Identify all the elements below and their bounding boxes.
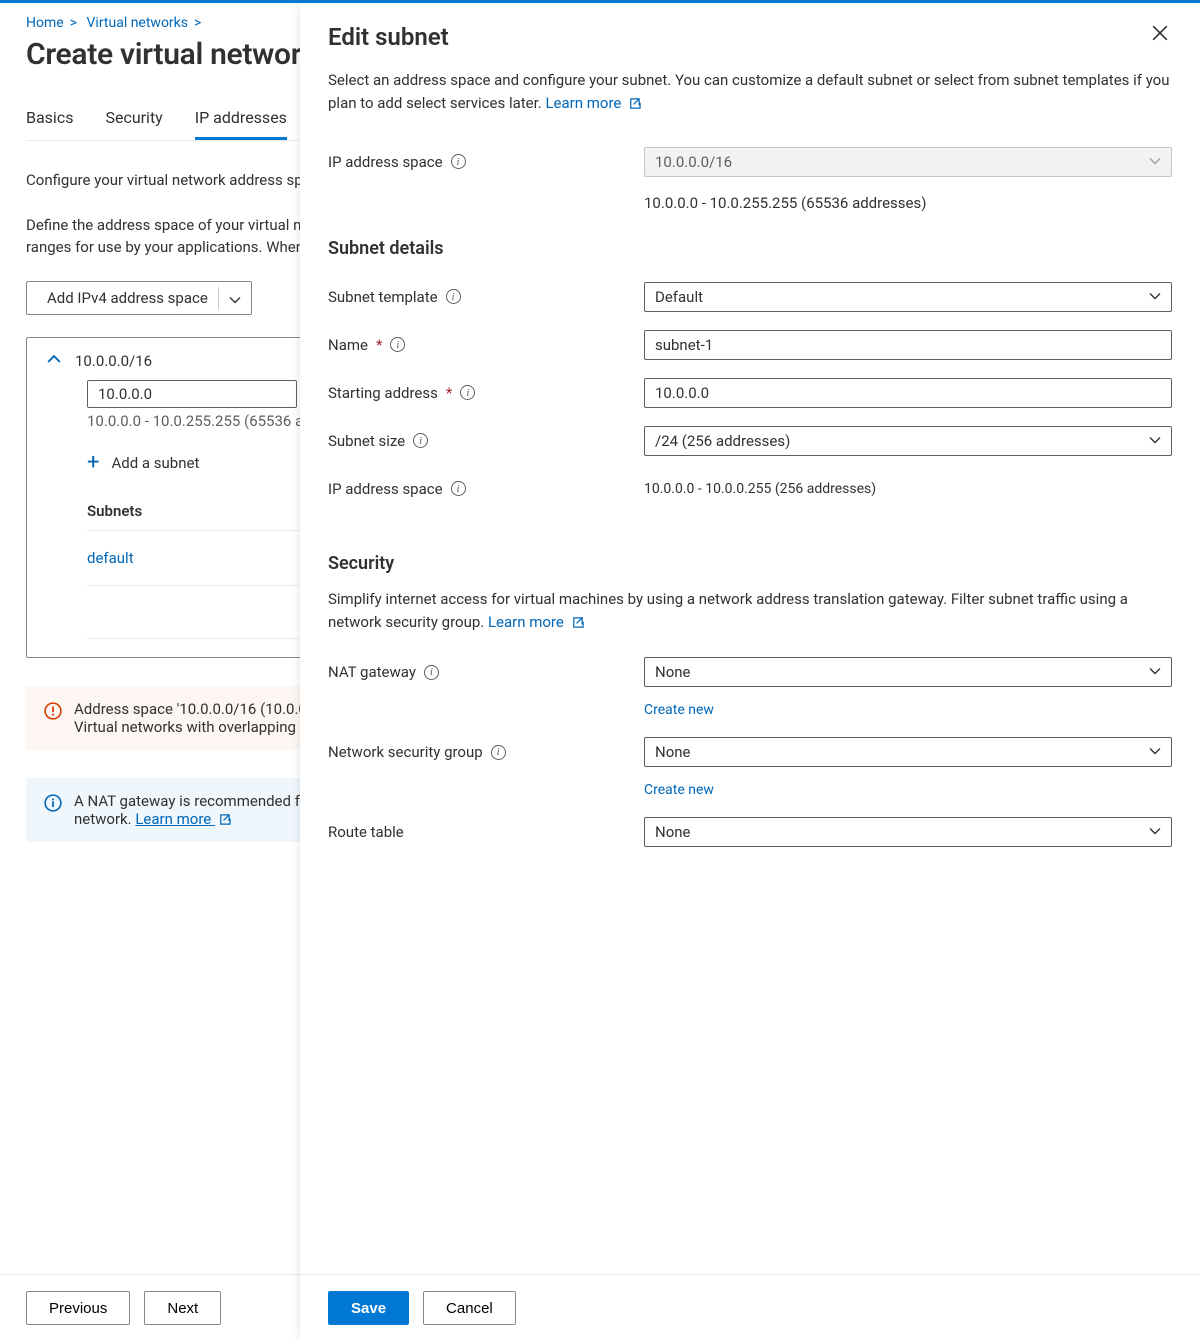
- info-ic-icon: i: [413, 433, 428, 448]
- breadcrumb-home[interactable]: Home: [26, 15, 64, 31]
- subnet-link-default[interactable]: default: [87, 549, 134, 567]
- nsg-select[interactable]: None: [644, 737, 1172, 767]
- ip-result-label: IP address space: [328, 480, 443, 498]
- chevron-down-icon: [229, 292, 241, 304]
- chevron-down-icon: [1149, 743, 1161, 761]
- ip-space-select[interactable]: 10.0.0.0/16: [644, 147, 1172, 177]
- info-icon: [44, 794, 62, 816]
- plus-icon: +: [87, 452, 99, 474]
- subnet-name-label: Name: [328, 336, 368, 354]
- chevron-down-icon: [1149, 663, 1161, 681]
- edit-subnet-panel: Edit subnet Select an address space and …: [300, 3, 1200, 1341]
- tab-security[interactable]: Security: [105, 108, 162, 140]
- route-table-label: Route table: [328, 823, 404, 841]
- subnet-template-select[interactable]: Default: [644, 282, 1172, 312]
- subnet-size-label: Subnet size: [328, 432, 405, 450]
- starting-address-label: Starting address: [328, 384, 438, 402]
- nat-create-new-link[interactable]: Create new: [644, 702, 714, 718]
- nsg-label: Network security group: [328, 743, 483, 761]
- save-button[interactable]: Save: [328, 1291, 409, 1325]
- info-ic-icon: i: [451, 481, 466, 496]
- cancel-button[interactable]: Cancel: [423, 1291, 516, 1325]
- address-space-cidr: 10.0.0.0/16: [75, 352, 152, 370]
- tab-ip-addresses[interactable]: IP addresses: [195, 108, 287, 140]
- tab-basics[interactable]: Basics: [26, 108, 73, 140]
- subnet-size-select[interactable]: /24 (256 addresses): [644, 426, 1172, 456]
- info-ic-icon: i: [491, 745, 506, 760]
- panel-title: Edit subnet: [328, 23, 449, 51]
- close-icon[interactable]: [1148, 21, 1172, 49]
- nat-gateway-select[interactable]: None: [644, 657, 1172, 687]
- chevron-down-icon: [1149, 823, 1161, 841]
- security-heading: Security: [328, 553, 1172, 574]
- previous-button[interactable]: Previous: [26, 1291, 130, 1325]
- add-ipv4-address-space-button[interactable]: Add IPv4 address space: [26, 281, 252, 315]
- ip-result-value: 10.0.0.0 - 10.0.0.255 (256 addresses): [644, 481, 876, 497]
- breadcrumb-vnets[interactable]: Virtual networks: [87, 15, 189, 31]
- info-learn-more-link[interactable]: Learn more: [135, 810, 231, 828]
- panel-footer: Save Cancel: [300, 1274, 1200, 1341]
- subnet-name-input[interactable]: subnet-1: [644, 330, 1172, 360]
- address-space-ip-input[interactable]: 10.0.0.0: [87, 380, 297, 408]
- add-subnet-label: Add a subnet: [111, 454, 199, 472]
- info-ic-icon: i: [451, 154, 466, 169]
- next-button[interactable]: Next: [144, 1291, 221, 1325]
- subnet-template-label: Subnet template: [328, 288, 438, 306]
- chevron-down-icon: [1149, 153, 1161, 171]
- chevron-down-icon: [1149, 288, 1161, 306]
- info-ic-icon: i: [460, 385, 475, 400]
- chevron-down-icon: [1149, 432, 1161, 450]
- starting-address-input[interactable]: 10.0.0.0: [644, 378, 1172, 408]
- panel-learn-more-link[interactable]: Learn more: [545, 94, 641, 112]
- ip-space-label: IP address space: [328, 153, 443, 171]
- warning-icon: [44, 702, 62, 724]
- info-ic-icon: i: [446, 289, 461, 304]
- panel-intro: Select an address space and configure yo…: [328, 69, 1172, 116]
- nsg-create-new-link[interactable]: Create new: [644, 782, 714, 798]
- route-table-select[interactable]: None: [644, 817, 1172, 847]
- subnet-details-heading: Subnet details: [328, 238, 1172, 259]
- security-intro: Simplify internet access for virtual mac…: [328, 588, 1172, 635]
- add-ipv4-label: Add IPv4 address space: [47, 289, 208, 307]
- ip-space-range-text: 10.0.0.0 - 10.0.255.255 (65536 addresses…: [644, 194, 1172, 212]
- info-ic-icon: i: [390, 337, 405, 352]
- info-ic-icon: i: [424, 665, 439, 680]
- collapse-icon[interactable]: [47, 352, 61, 370]
- nat-gateway-label: NAT gateway: [328, 663, 416, 681]
- security-learn-more-link[interactable]: Learn more: [488, 613, 584, 631]
